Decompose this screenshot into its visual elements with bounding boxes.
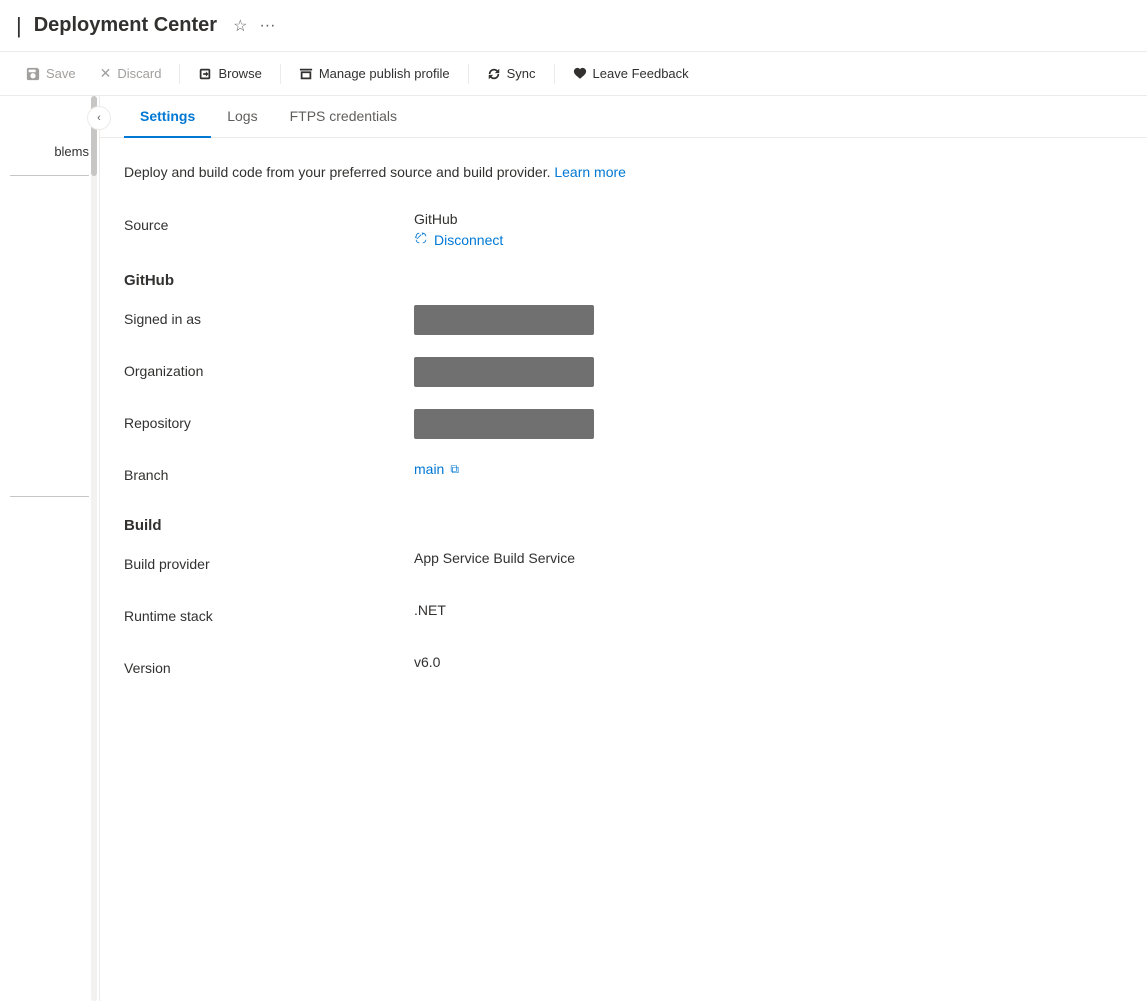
tab-ftps-credentials[interactable]: FTPS credentials xyxy=(274,96,413,138)
sidebar-collapse-button[interactable]: ‹ xyxy=(87,106,111,130)
repository-value xyxy=(414,409,1123,439)
tab-logs[interactable]: Logs xyxy=(211,96,273,138)
branch-label: Branch xyxy=(124,461,414,483)
feedback-heart-icon xyxy=(573,67,587,81)
runtime-stack-value: .NET xyxy=(414,602,1123,618)
version-label: Version xyxy=(124,654,414,676)
disconnect-link[interactable]: Disconnect xyxy=(414,231,1123,248)
sync-label: Sync xyxy=(507,66,536,81)
learn-more-link[interactable]: Learn more xyxy=(554,164,626,180)
branch-value: main ⧉ xyxy=(414,461,1123,477)
organization-redacted xyxy=(414,357,594,387)
tab-settings[interactable]: Settings xyxy=(124,96,211,138)
toolbar-separator-1 xyxy=(179,64,180,84)
repository-label: Repository xyxy=(124,409,414,431)
source-label: Source xyxy=(124,211,414,233)
more-options-icon[interactable]: ··· xyxy=(259,17,275,35)
sidebar-problems-label: blems xyxy=(0,136,99,167)
settings-content: Deploy and build code from your preferre… xyxy=(100,138,1147,730)
save-button[interactable]: Save xyxy=(16,60,86,87)
discard-label: Discard xyxy=(117,66,161,81)
organization-row: Organization xyxy=(124,357,1123,389)
sidebar-divider-1 xyxy=(10,175,89,176)
sync-button[interactable]: Sync xyxy=(477,60,546,87)
branch-value-text: main xyxy=(414,461,444,477)
sidebar-content: blems xyxy=(0,96,99,497)
toolbar-separator-2 xyxy=(280,64,281,84)
description-text: Deploy and build code from your preferre… xyxy=(124,162,1123,183)
source-row: Source GitHub Disconnect xyxy=(124,211,1123,248)
save-label: Save xyxy=(46,66,76,81)
toolbar: Save ✕ Discard Browse Manage publish pro… xyxy=(0,52,1147,96)
browse-button[interactable]: Browse xyxy=(188,60,271,87)
disconnect-icon xyxy=(414,231,428,248)
manage-publish-label: Manage publish profile xyxy=(319,66,450,81)
browse-icon xyxy=(198,67,212,81)
discard-icon: ✕ xyxy=(100,65,112,82)
sidebar-scrollbar[interactable] xyxy=(91,96,97,1001)
favorite-star-icon[interactable]: ☆ xyxy=(233,16,247,36)
runtime-stack-row: Runtime stack .NET xyxy=(124,602,1123,634)
signed-in-as-row: Signed in as xyxy=(124,305,1123,337)
scrollbar-track xyxy=(91,96,97,1001)
build-provider-value: App Service Build Service xyxy=(414,550,1123,566)
signed-in-as-redacted xyxy=(414,305,594,335)
sidebar: ‹ blems xyxy=(0,96,100,1001)
header: | Deployment Center ☆ ··· xyxy=(0,0,1147,52)
build-provider-row: Build provider App Service Build Service xyxy=(124,550,1123,582)
toolbar-separator-4 xyxy=(554,64,555,84)
source-value-text: GitHub xyxy=(414,211,1123,227)
manage-publish-icon xyxy=(299,67,313,81)
disconnect-label: Disconnect xyxy=(434,232,503,248)
sync-icon xyxy=(487,67,501,81)
manage-publish-profile-button[interactable]: Manage publish profile xyxy=(289,60,460,87)
discard-button[interactable]: ✕ Discard xyxy=(90,59,172,88)
branch-link[interactable]: main ⧉ xyxy=(414,461,1123,477)
leave-feedback-button[interactable]: Leave Feedback xyxy=(563,60,699,87)
repository-redacted xyxy=(414,409,594,439)
tabs-container: Settings Logs FTPS credentials xyxy=(100,96,1147,138)
organization-value xyxy=(414,357,1123,387)
main-content: Settings Logs FTPS credentials Deploy an… xyxy=(100,96,1147,1001)
header-pipe: | xyxy=(16,13,22,39)
main-layout: ‹ blems Settings Logs FTPS credentials D… xyxy=(0,96,1147,1001)
sidebar-divider-2 xyxy=(10,496,89,497)
build-section-title: Build xyxy=(124,517,1123,534)
organization-label: Organization xyxy=(124,357,414,379)
toolbar-separator-3 xyxy=(468,64,469,84)
github-section-title: GitHub xyxy=(124,272,1123,289)
version-value: v6.0 xyxy=(414,654,1123,670)
runtime-stack-label: Runtime stack xyxy=(124,602,414,624)
source-value-container: GitHub Disconnect xyxy=(414,211,1123,248)
save-icon xyxy=(26,67,40,81)
branch-row: Branch main ⧉ xyxy=(124,461,1123,493)
page-title: Deployment Center xyxy=(34,14,217,37)
signed-in-as-value xyxy=(414,305,1123,335)
browse-label: Browse xyxy=(218,66,261,81)
signed-in-as-label: Signed in as xyxy=(124,305,414,327)
build-provider-label: Build provider xyxy=(124,550,414,572)
leave-feedback-label: Leave Feedback xyxy=(593,66,689,81)
external-link-icon: ⧉ xyxy=(450,462,459,477)
repository-row: Repository xyxy=(124,409,1123,441)
version-row: Version v6.0 xyxy=(124,654,1123,686)
